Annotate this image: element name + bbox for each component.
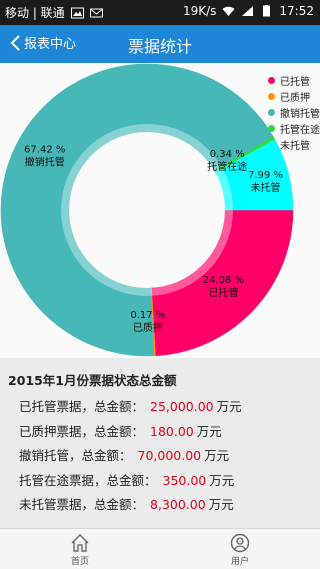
home-icon: [71, 534, 89, 552]
summary-row: 未托管票据，总金额： 8,300.00 万元: [19, 494, 234, 513]
legend-label: 未托管: [280, 140, 310, 152]
slice-category-label: 未托管: [250, 181, 280, 194]
summary-row-label: 撤销托管，总金额：: [19, 448, 132, 463]
signal-icon: [242, 6, 254, 16]
summary-row-label: 托管在途票据，总金额：: [19, 473, 157, 488]
slice-value-label: 24.08 %: [203, 275, 244, 286]
summary-row-unit: 万元: [216, 399, 242, 414]
slice-value-label: 7.99 %: [248, 170, 283, 181]
legend-swatch: [268, 140, 275, 148]
summary-row-unit: 万元: [196, 424, 222, 439]
summary-row: 托管在途票据，总金额： 350.00 万元: [19, 470, 234, 489]
slice-category-label: 托管在途: [207, 160, 247, 173]
summary-row-label: 未托管票据，总金额：: [19, 497, 145, 512]
summary-row-unit: 万元: [209, 473, 235, 488]
legend-swatch: [268, 108, 275, 116]
summary-row-label: 已质押票据，总金额：: [19, 424, 145, 439]
legend-swatch: [268, 124, 275, 132]
summary-row-label: 已托管票据，总金额：: [19, 399, 145, 414]
legend-label: 撤销托管: [280, 108, 320, 120]
legend-label: 已托管: [280, 76, 310, 88]
slice-value-label: 0.34 %: [210, 149, 245, 160]
summary-row-unit: 万元: [208, 497, 234, 512]
wifi-icon: [222, 6, 235, 16]
tab-label: 用户: [230, 557, 249, 567]
slice-value-label: 67.42 %: [24, 144, 65, 155]
clock: 17:52: [279, 4, 314, 18]
slice-value-label: 0.17 %: [130, 310, 165, 321]
legend-swatch: [268, 76, 275, 84]
summary-row-unit: 万元: [204, 448, 230, 463]
slice-category-label: 撤销托管: [25, 155, 65, 168]
slice-category-label: 已质押: [133, 321, 163, 334]
chart-legend: 已托管已质押撤销托管托管在途未托管: [268, 72, 320, 152]
status-bar: 移动 | 联通 19K/s 17:52: [0, 0, 320, 25]
nav-bar: 报表中心 票据统计: [0, 25, 320, 63]
legend-item: 已质押: [268, 88, 320, 104]
summary-row: 撤销托管，总金额： 70,000.00 万元: [19, 445, 229, 464]
legend-item: 未托管: [268, 136, 320, 152]
summary-row-amount: 350.00: [162, 473, 207, 488]
donut-hole: [69, 132, 225, 288]
page-title: 票据统计: [127, 37, 192, 56]
chart-area: 24.08 % 已托管 0.17 % 已质押 67.42 % 撤销托管 0.34 % 托管在途…: [0, 63, 320, 358]
carrier-label: 移动 | 联通: [5, 6, 65, 20]
legend-label: 托管在途: [280, 124, 320, 136]
legend-item: 托管在途: [268, 120, 320, 136]
legend-item: 撤销托管: [268, 104, 320, 120]
tab-user[interactable]: 用户: [210, 533, 270, 567]
legend-swatch: [268, 92, 275, 100]
summary-row: 已质押票据，总金额： 180.00 万元: [19, 421, 222, 440]
user-icon: [230, 533, 250, 553]
network-speed: 19K/s: [182, 4, 217, 18]
tab-label: 首页: [70, 557, 89, 567]
tab-bar: 首页 用户: [0, 528, 320, 569]
summary-row-amount: 180.00: [150, 424, 194, 439]
battery-icon: [263, 5, 271, 17]
summary-title: 2015年1月份票据状态总金额: [8, 373, 177, 388]
summary-row-amount: 8,300.00: [150, 497, 206, 512]
slice-category-label: 已托管: [208, 286, 238, 299]
legend-item: 已托管: [268, 72, 320, 88]
tab-home[interactable]: 首页: [50, 533, 110, 567]
summary-row-amount: 70,000.00: [137, 448, 202, 463]
mail-icon: [89, 8, 103, 17]
summary-row: 已托管票据，总金额： 25,000.00 万元: [19, 396, 242, 415]
legend-label: 已质押: [280, 92, 310, 104]
summary-panel: 2015年1月份票据状态总金额 已托管票据，总金额： 25,000.00 万元 已质押…: [0, 358, 320, 528]
picture-icon: [70, 7, 84, 18]
summary-row-amount: 25,000.00: [150, 399, 214, 414]
